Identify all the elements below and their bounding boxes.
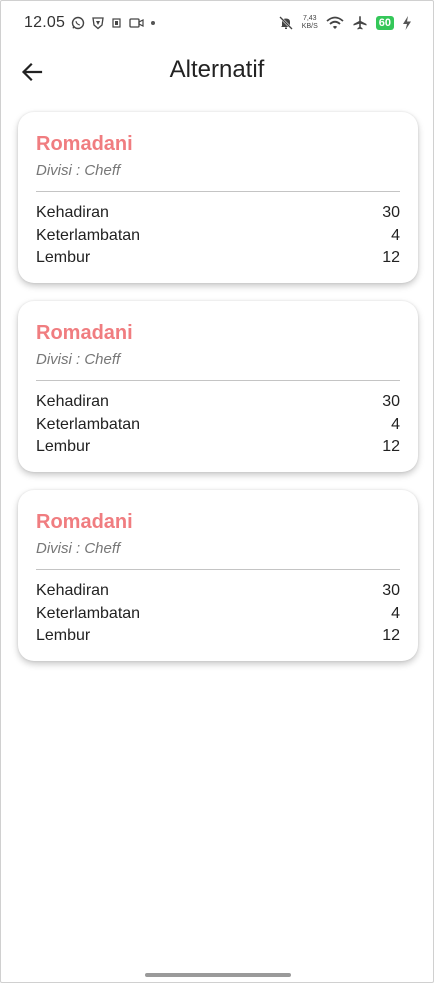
stat-row-keterlambatan: Keterlambatan 4 — [36, 603, 400, 626]
status-right: 7,43 KB/S 60 — [278, 15, 412, 31]
stat-value: 12 — [382, 438, 400, 455]
wifi-icon — [326, 16, 344, 30]
stat-label: Kehadiran — [36, 582, 109, 599]
employee-division: Divisi : Cheff — [36, 351, 121, 368]
shield-icon — [91, 16, 105, 30]
stat-row-lembur: Lembur 12 — [36, 436, 400, 459]
network-speed-value: 7,43 — [302, 15, 317, 22]
status-bar: 12.05 7,43 KB/S 60 — [0, 0, 434, 46]
employee-card[interactable]: Romadani Divisi : Cheff Kehadiran 30 Ket… — [18, 301, 418, 472]
card-list: Romadani Divisi : Cheff Kehadiran 30 Ket… — [18, 112, 418, 679]
stat-value: 4 — [391, 604, 400, 622]
stat-value: 4 — [391, 415, 400, 433]
sim-icon — [111, 17, 123, 29]
notification-dot-icon — [151, 21, 156, 25]
stat-row-keterlambatan: Keterlambatan 4 — [36, 414, 400, 437]
employee-card[interactable]: Romadani Divisi : Cheff Kehadiran 30 Ket… — [18, 112, 418, 283]
employee-name: Romadani — [36, 133, 133, 155]
page-title: Alternatif — [169, 56, 265, 83]
status-left: 12.05 — [24, 14, 156, 32]
video-camera-icon — [129, 17, 145, 29]
stat-value: 30 — [382, 204, 400, 221]
battery-level: 60 — [375, 16, 394, 30]
card-divider — [36, 191, 400, 192]
stat-value: 30 — [382, 582, 400, 599]
stat-label: Lembur — [36, 249, 91, 266]
charging-bolt-icon — [402, 16, 412, 30]
network-speed-unit: KB/S — [301, 23, 318, 30]
stat-label: Lembur — [36, 627, 91, 644]
stat-value: 4 — [391, 226, 400, 244]
stat-label: Kehadiran — [36, 393, 109, 410]
stat-value: 30 — [382, 393, 400, 410]
stat-row-keterlambatan: Keterlambatan 4 — [36, 225, 400, 248]
card-divider — [36, 380, 400, 381]
stat-label: Keterlambatan — [36, 226, 141, 244]
stat-row-kehadiran: Kehadiran 30 — [36, 580, 400, 603]
gesture-nav-handle[interactable] — [145, 973, 291, 977]
stat-row-kehadiran: Kehadiran 30 — [36, 202, 400, 225]
network-speed: 7,43 KB/S — [302, 15, 318, 31]
stat-value: 12 — [382, 249, 400, 266]
stat-label: Lembur — [36, 438, 91, 455]
stat-row-lembur: Lembur 12 — [36, 247, 400, 270]
stat-row-lembur: Lembur 12 — [36, 625, 400, 648]
card-divider — [36, 569, 400, 570]
stat-label: Kehadiran — [36, 204, 109, 221]
employee-division: Divisi : Cheff — [36, 540, 121, 557]
stat-row-kehadiran: Kehadiran 30 — [36, 391, 400, 414]
whatsapp-icon — [71, 16, 85, 30]
employee-division: Divisi : Cheff — [36, 162, 121, 179]
employee-card[interactable]: Romadani Divisi : Cheff Kehadiran 30 Ket… — [18, 490, 418, 661]
bell-muted-icon — [278, 15, 294, 31]
status-time: 12.05 — [24, 14, 66, 31]
stat-value: 12 — [382, 627, 400, 644]
stat-label: Keterlambatan — [36, 415, 141, 433]
stat-label: Keterlambatan — [36, 604, 141, 622]
app-bar: Alternatif — [0, 46, 434, 98]
employee-name: Romadani — [36, 511, 133, 533]
airplane-icon — [352, 15, 368, 31]
employee-name: Romadani — [36, 322, 133, 344]
